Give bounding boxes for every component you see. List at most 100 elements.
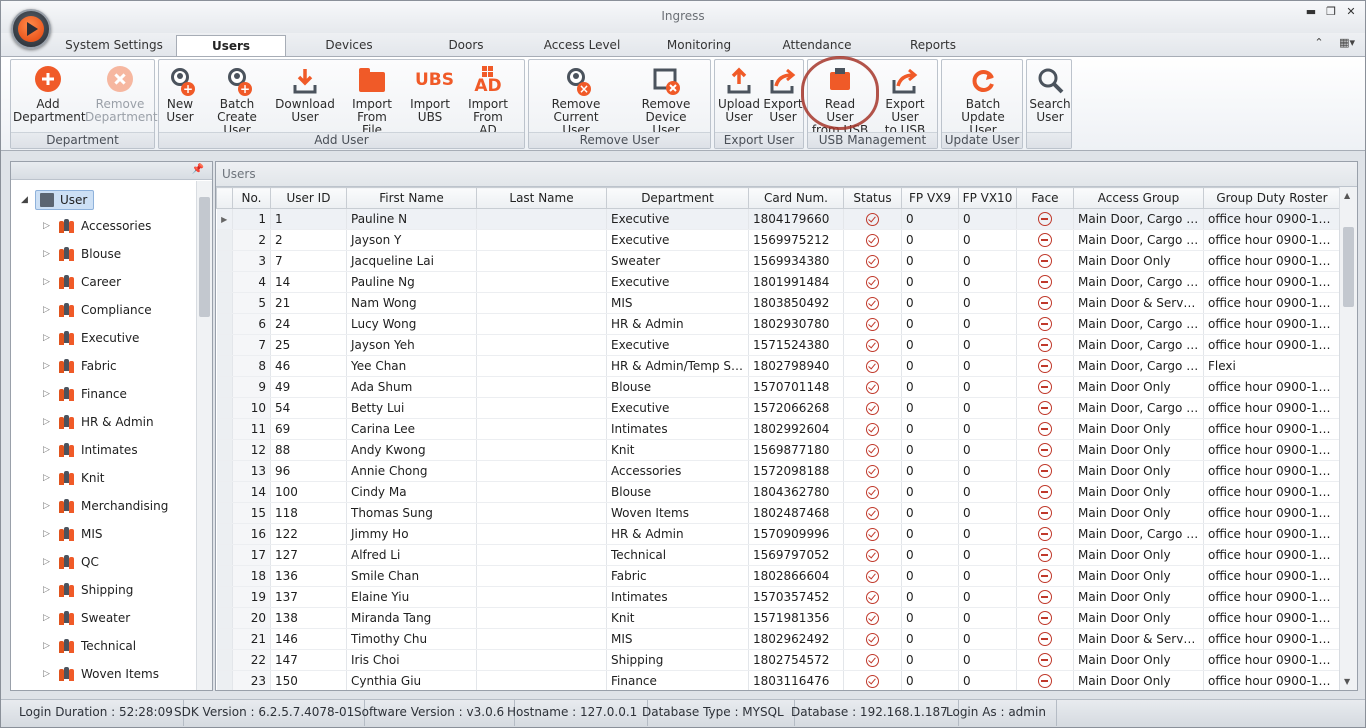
status-cell[interactable] — [843, 628, 902, 650]
table-cell[interactable]: 1569797052 — [748, 544, 844, 566]
table-cell[interactable] — [476, 628, 607, 650]
table-cell[interactable]: 136 — [270, 565, 347, 587]
table-cell[interactable]: office hour 0900-1800 — [1203, 439, 1341, 461]
table-cell[interactable]: 1569934380 — [748, 250, 844, 272]
table-cell[interactable]: Main Door Only — [1073, 586, 1204, 608]
column-header[interactable]: Face — [1016, 187, 1074, 209]
table-cell[interactable]: 0 — [958, 670, 1017, 690]
scroll-thumb[interactable] — [1343, 227, 1354, 307]
table-cell[interactable]: Woven Items — [606, 502, 749, 524]
table-cell[interactable]: 1572098188 — [748, 460, 844, 482]
table-cell[interactable]: MIS — [606, 292, 749, 314]
column-header[interactable]: Card Num. — [748, 187, 844, 209]
new-user-button[interactable]: + New User — [161, 63, 199, 131]
table-cell[interactable]: Alfred Li — [346, 544, 477, 566]
table-cell[interactable]: 0 — [958, 355, 1017, 377]
table-cell[interactable]: office hour 0900-1800 — [1203, 628, 1341, 650]
table-cell[interactable]: Iris Choi — [346, 649, 477, 671]
column-header[interactable]: Last Name — [476, 187, 607, 209]
table-cell[interactable]: 0 — [901, 481, 959, 503]
table-cell[interactable]: Main Door, Cargo Lif... — [1073, 355, 1204, 377]
table-cell[interactable]: 1569877180 — [748, 439, 844, 461]
table-row[interactable]: 6 24 Lucy Wong HR & Admin 1802930780 0 0 Main D… — [216, 313, 1341, 335]
table-cell[interactable]: Main Door Only — [1073, 607, 1204, 629]
table-cell[interactable]: 0 — [901, 607, 959, 629]
table-cell[interactable]: 0 — [958, 334, 1017, 356]
row-indicator[interactable]: ▶ — [216, 208, 233, 230]
table-cell[interactable]: 1570701148 — [748, 376, 844, 398]
row-indicator[interactable] — [216, 565, 233, 587]
table-cell[interactable]: 0 — [901, 502, 959, 524]
table-cell[interactable]: 0 — [901, 628, 959, 650]
table-cell[interactable]: 7 — [232, 334, 271, 356]
table-cell[interactable] — [476, 250, 607, 272]
row-indicator[interactable] — [216, 460, 233, 482]
tree-item[interactable]: ▷ Merchandising — [43, 496, 168, 516]
search-user-button[interactable]: Search User — [1029, 63, 1071, 131]
row-indicator[interactable] — [216, 523, 233, 545]
tab-monitoring[interactable]: Monitoring — [651, 35, 747, 57]
row-indicator[interactable] — [216, 544, 233, 566]
table-cell[interactable]: 9 — [232, 376, 271, 398]
table-cell[interactable]: 0 — [958, 586, 1017, 608]
table-cell[interactable]: 1572066268 — [748, 397, 844, 419]
face-cell[interactable] — [1016, 460, 1074, 482]
close-icon[interactable]: ✕ — [1344, 5, 1358, 19]
expand-icon[interactable]: ▷ — [43, 389, 59, 399]
table-cell[interactable]: Technical — [606, 544, 749, 566]
table-cell[interactable]: Main Door, Cargo Lif... — [1073, 229, 1204, 251]
table-cell[interactable]: 13 — [232, 460, 271, 482]
expand-icon[interactable]: ▷ — [43, 585, 59, 595]
table-row[interactable]: 9 49 Ada Shum Blouse 1570701148 0 0 Main Door O… — [216, 376, 1341, 398]
table-cell[interactable]: Jimmy Ho — [346, 523, 477, 545]
column-header[interactable]: No. — [232, 187, 271, 209]
table-cell[interactable]: Main Door Only — [1073, 670, 1204, 690]
tab-devices[interactable]: Devices — [301, 35, 397, 57]
table-cell[interactable]: 127 — [270, 544, 347, 566]
tree-item[interactable]: ▷ Blouse — [43, 244, 121, 264]
expand-icon[interactable]: ▷ — [43, 473, 59, 483]
table-cell[interactable]: Main Door Only — [1073, 439, 1204, 461]
scroll-down-icon[interactable]: ▼ — [1344, 677, 1350, 686]
table-cell[interactable] — [476, 271, 607, 293]
row-indicator[interactable] — [216, 628, 233, 650]
table-cell[interactable]: Yee Chan — [346, 355, 477, 377]
table-cell[interactable] — [476, 502, 607, 524]
table-cell[interactable] — [476, 481, 607, 503]
table-cell[interactable] — [476, 565, 607, 587]
expand-icon[interactable]: ▷ — [43, 529, 59, 539]
import-from-file-button[interactable]: Import From File — [337, 63, 407, 137]
layout-menu-icon[interactable]: ▦▾ — [1339, 36, 1355, 49]
table-cell[interactable]: 0 — [958, 292, 1017, 314]
expand-icon[interactable]: ▷ — [43, 417, 59, 427]
table-cell[interactable]: 0 — [901, 418, 959, 440]
table-cell[interactable] — [476, 313, 607, 335]
table-cell[interactable]: 1570909996 — [748, 523, 844, 545]
table-cell[interactable]: 0 — [901, 250, 959, 272]
table-cell[interactable]: 18 — [232, 565, 271, 587]
table-cell[interactable]: 8 — [232, 355, 271, 377]
table-cell[interactable]: Main Door, Cargo Lif... — [1073, 271, 1204, 293]
table-cell[interactable]: 0 — [958, 439, 1017, 461]
table-cell[interactable]: 100 — [270, 481, 347, 503]
table-cell[interactable]: 0 — [901, 397, 959, 419]
face-cell[interactable] — [1016, 544, 1074, 566]
table-cell[interactable]: 0 — [901, 460, 959, 482]
table-cell[interactable]: Executive — [606, 271, 749, 293]
table-cell[interactable]: Nam Wong — [346, 292, 477, 314]
table-cell[interactable]: 24 — [270, 313, 347, 335]
table-cell[interactable]: 1802962492 — [748, 628, 844, 650]
expand-icon[interactable]: ▷ — [43, 249, 59, 259]
table-cell[interactable]: MIS — [606, 628, 749, 650]
column-header[interactable]: First Name — [346, 187, 477, 209]
face-cell[interactable] — [1016, 292, 1074, 314]
table-cell[interactable]: office hour 0900-1800 — [1203, 250, 1341, 272]
face-cell[interactable] — [1016, 628, 1074, 650]
table-cell[interactable] — [476, 355, 607, 377]
table-cell[interactable]: 15 — [232, 502, 271, 524]
table-cell[interactable]: 96 — [270, 460, 347, 482]
table-cell[interactable]: 0 — [958, 628, 1017, 650]
table-cell[interactable]: office hour 0900-1800 — [1203, 607, 1341, 629]
table-cell[interactable] — [476, 670, 607, 690]
table-cell[interactable]: 0 — [958, 649, 1017, 671]
